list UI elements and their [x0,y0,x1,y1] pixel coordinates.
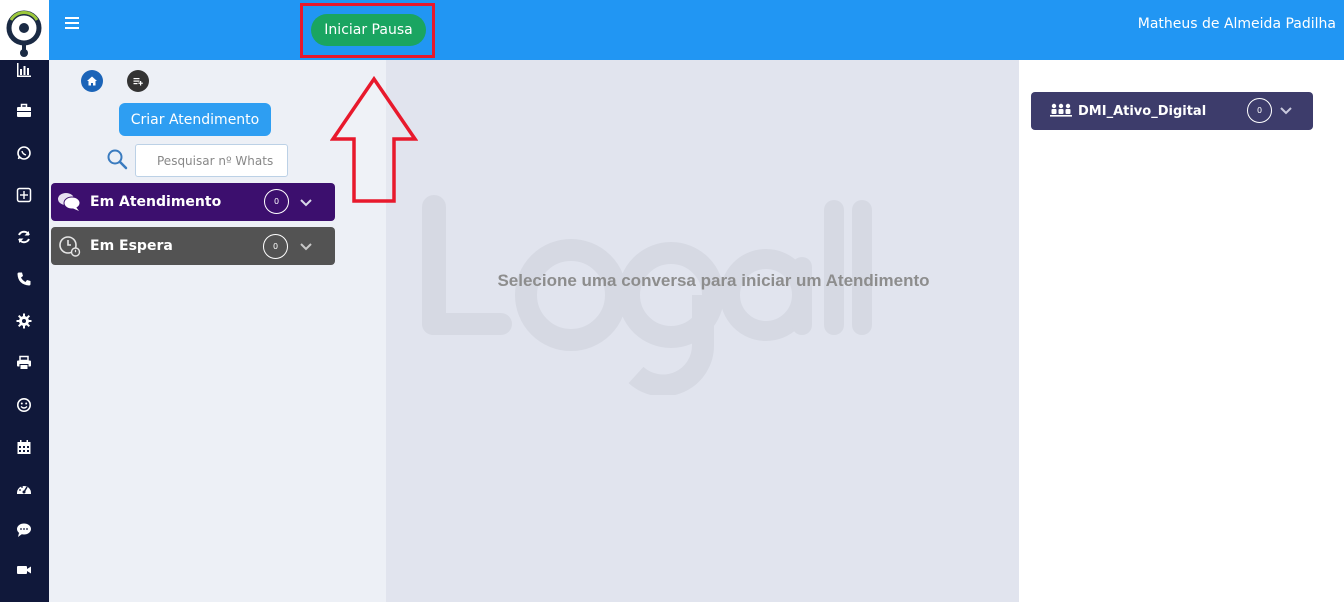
printer-icon[interactable] [13,352,35,374]
calendar-icon[interactable] [13,436,35,458]
clock-icon [59,236,81,257]
top-bar: Iniciar Pausa Matheus de Almeida Padilha [49,0,1344,60]
campaigns-panel: DMI_Ativo_Digital 0 [1019,60,1344,602]
chevron-down-icon[interactable] [1279,106,1293,116]
search-icon[interactable] [106,148,128,170]
arrow-up-annotation [330,76,418,203]
gear-icon[interactable] [13,310,35,332]
empty-state-message: Selecione uma conversa para iniciar um A… [497,271,930,290]
queue-count-badge: 0 [264,189,289,214]
start-pause-button[interactable]: Iniciar Pausa [311,14,426,46]
briefcase-icon[interactable] [13,100,35,122]
phone-icon[interactable] [13,268,35,290]
dashboard-icon[interactable] [13,478,35,500]
chevron-down-icon[interactable] [299,198,313,208]
chevron-down-icon[interactable] [299,242,313,252]
sidebar-rail [0,0,49,602]
campaign-dmi-ativo-digital[interactable]: DMI_Ativo_Digital 0 [1031,92,1313,130]
bar-chart-icon[interactable] [13,59,35,81]
menu-toggle-icon[interactable] [65,17,79,31]
queue-label: Em Espera [90,238,173,254]
add-list-icon [133,78,143,86]
app-logo[interactable] [0,0,49,60]
queue-label: Em Atendimento [90,194,222,210]
create-attendance-button[interactable]: Criar Atendimento [119,103,271,136]
group-users-icon [1050,103,1072,117]
campaign-label: DMI_Ativo_Digital [1078,104,1207,119]
user-name[interactable]: Matheus de Almeida Padilha [1138,16,1336,32]
plus-square-icon[interactable] [13,184,35,206]
campaign-count-badge: 0 [1247,98,1272,123]
new-list-button[interactable] [127,70,149,92]
home-button[interactable] [81,70,103,92]
conversation-area: Selecione uma conversa para iniciar um A… [386,60,1019,602]
whatsapp-icon[interactable] [13,142,35,164]
queue-em-espera[interactable]: Em Espera 0 [51,227,335,265]
smile-icon[interactable] [13,394,35,416]
search-whatsapp-input[interactable] [135,144,288,177]
comment-icon[interactable] [13,519,35,541]
chat-bubbles-icon [58,193,81,211]
queue-em-atendimento[interactable]: Em Atendimento 0 [51,183,335,221]
home-icon [87,76,97,86]
video-icon[interactable] [13,559,35,581]
queue-count-badge: 0 [263,234,288,259]
refresh-icon[interactable] [13,226,35,248]
